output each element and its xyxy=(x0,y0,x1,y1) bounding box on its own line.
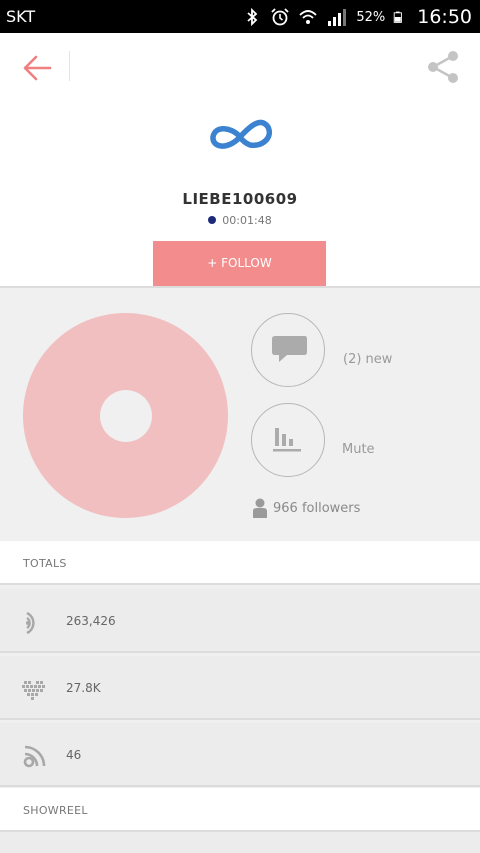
status-bar: SKT 52% 16:50 xyxy=(0,0,480,33)
followers-text: 966 followers xyxy=(273,500,361,516)
followers-count: 966 followers xyxy=(253,498,360,518)
stat-row-podcasts[interactable]: 46 xyxy=(0,723,480,787)
wifi-icon xyxy=(299,10,317,24)
follow-row: + FOLLOW xyxy=(0,241,480,288)
timer-text: 00:01:48 xyxy=(222,214,272,227)
carrier-label: SKT xyxy=(6,7,36,26)
share-icon[interactable] xyxy=(426,49,460,85)
totals-header: TOTALS xyxy=(0,541,480,585)
signal-icon xyxy=(328,9,347,26)
username: LIEBE100609 xyxy=(182,190,298,208)
stat-row-listens[interactable]: 263,426 xyxy=(0,589,480,653)
mute-label: Mute xyxy=(342,442,375,457)
person-icon xyxy=(253,498,267,518)
stat-row-likes[interactable]: 27.8K xyxy=(0,656,480,720)
session-timer: 00:01:48 xyxy=(0,214,480,227)
alarm-icon xyxy=(271,8,289,26)
header-divider xyxy=(69,51,70,81)
totals-title: TOTALS xyxy=(23,557,67,570)
chat-bubble-icon xyxy=(272,336,307,362)
clock: 16:50 xyxy=(417,6,472,28)
back-arrow-icon[interactable] xyxy=(20,51,54,85)
infinity-logo-icon xyxy=(210,119,272,149)
battery-icon xyxy=(393,11,403,23)
bluetooth-icon xyxy=(247,7,258,27)
status-dot-icon xyxy=(208,216,217,224)
messages-button[interactable] xyxy=(251,313,325,387)
profile-donut xyxy=(23,313,228,518)
listens-icon xyxy=(26,611,35,635)
listens-value: 263,426 xyxy=(66,614,116,628)
battery-percent: 52% xyxy=(356,9,386,25)
showreel-header: SHOWREEL xyxy=(0,788,480,832)
bottom-strip xyxy=(0,832,480,853)
messages-label: (2) new xyxy=(343,352,393,367)
likes-value: 27.8K xyxy=(66,681,101,695)
heart-icon xyxy=(22,681,45,700)
profile-stats-area: (2) new Mute 966 followers xyxy=(0,288,480,541)
showreel-title: SHOWREEL xyxy=(23,804,88,817)
mute-button[interactable] xyxy=(251,403,325,477)
podcast-icon xyxy=(23,745,46,768)
follow-button[interactable]: + FOLLOW xyxy=(153,241,326,286)
bar-chart-icon xyxy=(273,428,301,452)
donut-hole xyxy=(100,390,152,442)
podcasts-value: 46 xyxy=(66,748,82,762)
status-icons: 52% 16:50 xyxy=(242,5,472,29)
profile-header: LIEBE100609 00:01:48 xyxy=(0,33,480,243)
